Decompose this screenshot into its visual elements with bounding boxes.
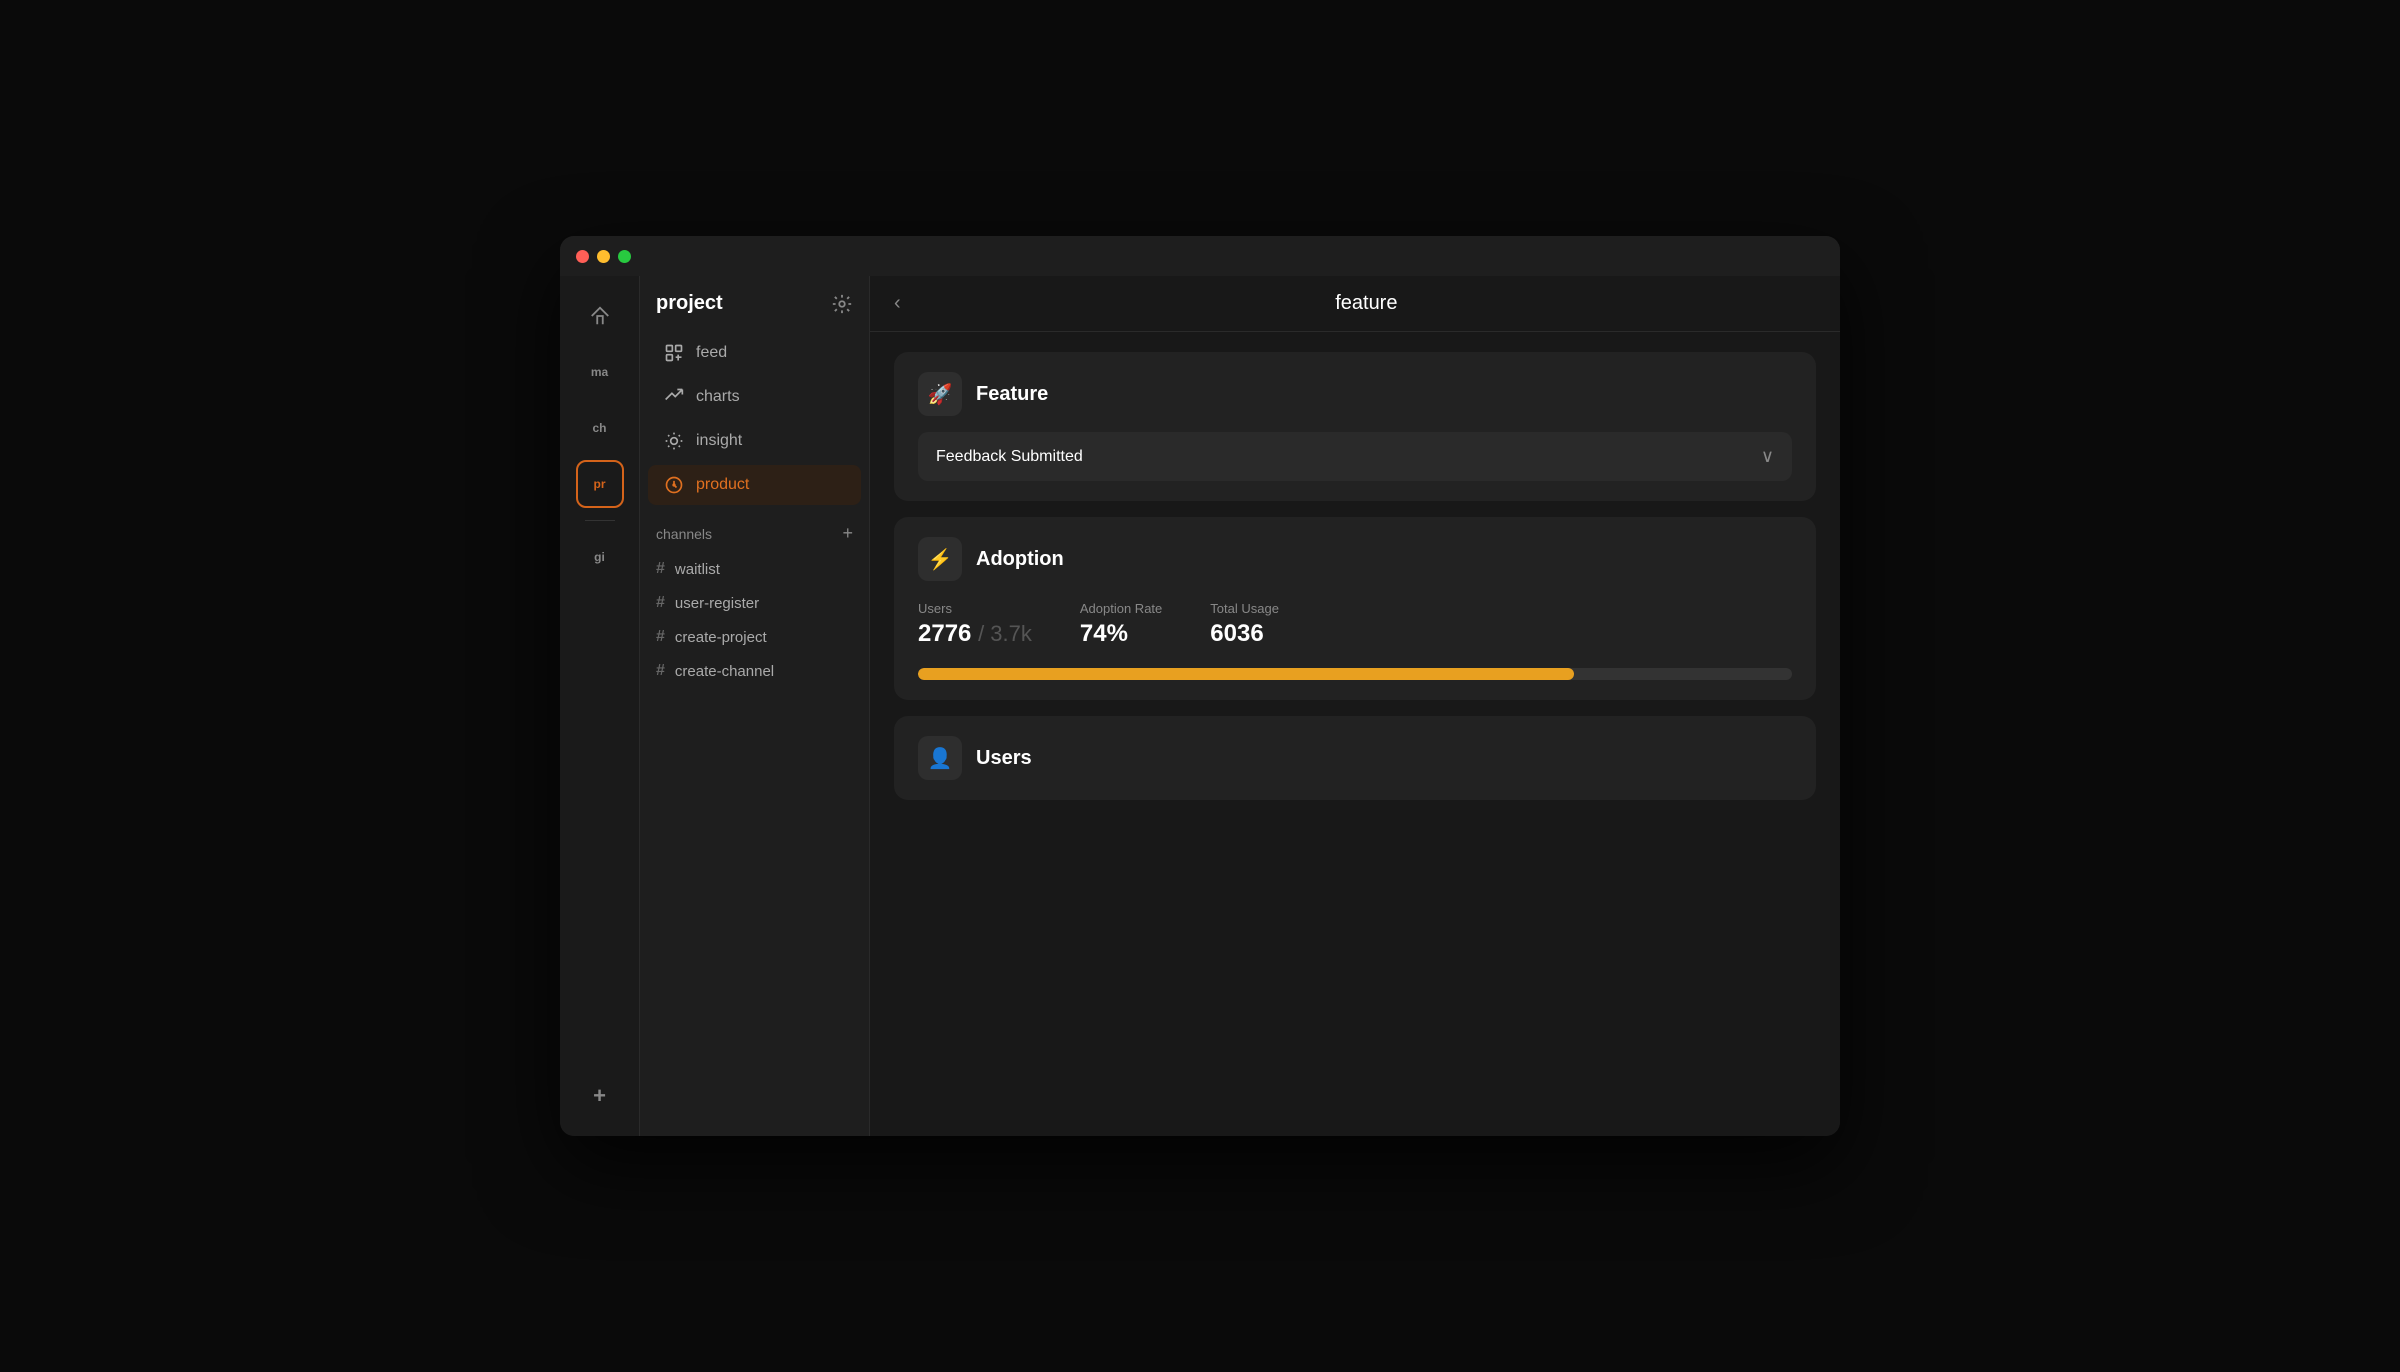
close-button[interactable] xyxy=(576,250,589,263)
main-area: ma ch pr gi + project xyxy=(560,276,1840,1136)
nav-item-charts[interactable]: charts xyxy=(648,377,861,417)
minimize-button[interactable] xyxy=(597,250,610,263)
feedback-row[interactable]: Feedback Submitted ∨ xyxy=(918,432,1792,481)
adoption-icon-bg: ⚡ xyxy=(918,537,962,581)
feedback-label: Feedback Submitted xyxy=(936,448,1083,466)
sidebar-item-add[interactable]: + xyxy=(576,1072,624,1120)
nav-panel: project feed xyxy=(640,276,870,1136)
users-icon: 👤 xyxy=(928,746,953,771)
users-icon-bg: 👤 xyxy=(918,736,962,780)
settings-icon[interactable] xyxy=(831,293,853,315)
add-channel-button[interactable]: + xyxy=(842,523,853,544)
maximize-button[interactable] xyxy=(618,250,631,263)
sidebar-item-pr[interactable]: pr xyxy=(576,460,624,508)
icon-sidebar: ma ch pr gi + xyxy=(560,276,640,1136)
content-body: 🚀 Feature Feedback Submitted ∨ ⚡ xyxy=(870,332,1840,820)
hash-icon: # xyxy=(656,628,665,646)
content-header: ‹ feature xyxy=(870,276,1840,332)
stat-adoption-rate: Adoption Rate 74% xyxy=(1080,601,1162,648)
sidebar-item-gi[interactable]: gi xyxy=(576,533,624,581)
users-card-header: 👤 Users xyxy=(918,736,1792,780)
lightning-icon: ⚡ xyxy=(928,547,953,572)
sidebar-item-ch[interactable]: ch xyxy=(576,404,624,452)
channels-section-header: channels + xyxy=(640,507,869,552)
chevron-down-icon: ∨ xyxy=(1761,446,1774,467)
channel-item-user-register[interactable]: # user-register xyxy=(640,586,869,620)
feature-card-left: 🚀 Feature xyxy=(918,372,1048,416)
title-bar xyxy=(560,236,1840,276)
page-title: feature xyxy=(917,292,1816,315)
adoption-card: ⚡ Adoption Users 2776 / 3.7k xyxy=(894,517,1816,700)
charts-icon xyxy=(664,387,684,407)
channel-item-create-channel[interactable]: # create-channel xyxy=(640,654,869,688)
adoption-name: Adoption xyxy=(976,548,1064,571)
channel-item-create-project[interactable]: # create-project xyxy=(640,620,869,654)
progress-bar xyxy=(918,668,1792,680)
stat-users: Users 2776 / 3.7k xyxy=(918,601,1032,648)
progress-bar-fill xyxy=(918,668,1574,680)
feed-icon xyxy=(664,343,684,363)
hash-icon: # xyxy=(656,560,665,578)
users-label: Users xyxy=(918,601,1032,616)
sidebar-item-home[interactable] xyxy=(576,292,624,340)
nav-header: project xyxy=(640,292,869,331)
nav-item-insight[interactable]: insight xyxy=(648,421,861,461)
nav-item-product[interactable]: product xyxy=(648,465,861,505)
adoption-header: ⚡ Adoption xyxy=(918,537,1792,581)
feature-card: 🚀 Feature Feedback Submitted ∨ xyxy=(894,352,1816,501)
adoption-rate-label: Adoption Rate xyxy=(1080,601,1162,616)
hash-icon: # xyxy=(656,594,665,612)
app-window: ma ch pr gi + project xyxy=(560,236,1840,1136)
total-usage-value: 6036 xyxy=(1210,620,1263,647)
users-secondary: / 3.7k xyxy=(978,621,1032,646)
sidebar-divider xyxy=(585,520,615,521)
nav-item-feed[interactable]: feed xyxy=(648,333,861,373)
hash-icon: # xyxy=(656,662,665,680)
users-card: 👤 Users xyxy=(894,716,1816,800)
total-usage-label: Total Usage xyxy=(1210,601,1279,616)
insight-icon xyxy=(664,431,684,451)
nav-title: project xyxy=(656,292,723,315)
product-icon xyxy=(664,475,684,495)
feature-icon-bg: 🚀 xyxy=(918,372,962,416)
sidebar-item-ma[interactable]: ma xyxy=(576,348,624,396)
users-value: 2776 / 3.7k xyxy=(918,620,1032,647)
feature-card-header: 🚀 Feature xyxy=(918,372,1792,416)
stat-total-usage: Total Usage 6036 xyxy=(1210,601,1279,648)
back-button[interactable]: ‹ xyxy=(894,292,901,315)
content-area: ‹ feature 🚀 Feature xyxy=(870,276,1840,1136)
feature-name: Feature xyxy=(976,383,1048,406)
rocket-icon: 🚀 xyxy=(928,382,953,407)
users-name: Users xyxy=(976,747,1032,770)
adoption-rate-value: 74% xyxy=(1080,620,1128,647)
home-icon xyxy=(589,305,611,327)
channel-item-waitlist[interactable]: # waitlist xyxy=(640,552,869,586)
adoption-stats: Users 2776 / 3.7k Adoption Rate 74% Tota… xyxy=(918,601,1792,648)
